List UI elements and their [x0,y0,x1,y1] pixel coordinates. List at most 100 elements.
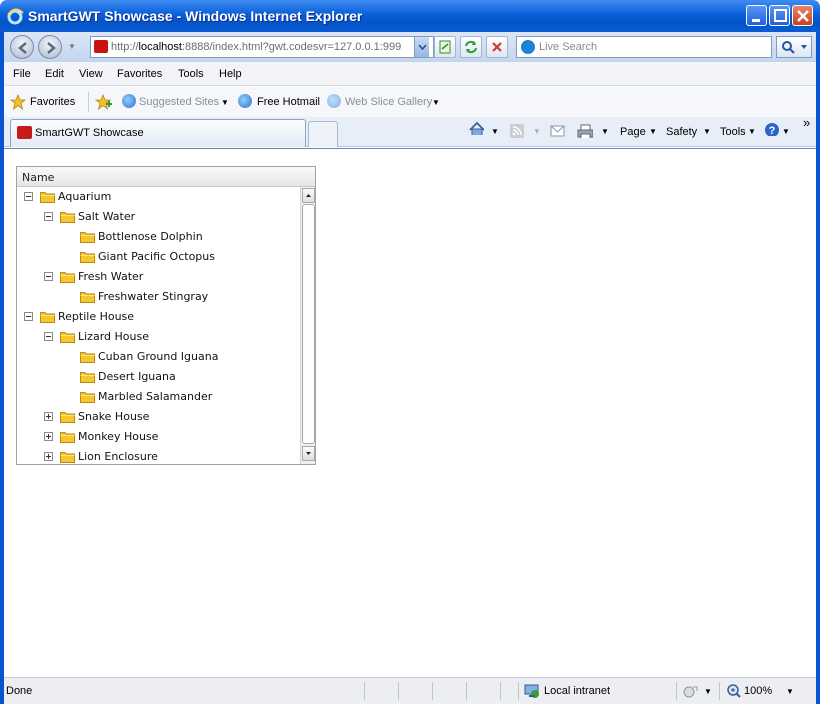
tree-row[interactable]: Cuban Ground Iguana [17,347,300,367]
tree-row[interactable]: Monkey House [17,427,300,447]
ie-logo-icon [7,8,24,25]
zoom-level[interactable]: 100% [744,685,772,697]
feeds-dropdown-icon[interactable]: ▼ [533,127,541,136]
tree-row[interactable]: Reptile House [17,307,300,327]
maximize-button[interactable] [769,5,790,26]
web-slice-gallery-link[interactable]: Web Slice Gallery [345,96,432,108]
zoom-dropdown-icon[interactable]: ▼ [786,687,794,696]
tab-favicon-icon [17,126,32,139]
tree-row[interactable]: Salt Water [17,207,300,227]
menu-edit[interactable]: Edit [45,68,64,80]
tree-node-label: Salt Water [78,210,136,223]
favorites-button[interactable]: Favorites [30,96,75,108]
column-header-name: Name [22,171,55,184]
address-dropdown-button[interactable] [414,37,429,57]
tree-node-label: Lizard House [78,330,149,343]
page-dropdown-icon[interactable]: ▼ [649,127,657,136]
tree-vertical-scrollbar[interactable] [300,187,315,464]
address-bar: ▼ http://localhost:8888/index.html?gwt.c… [4,32,816,62]
search-button[interactable] [776,36,812,58]
refresh-icon [465,40,477,54]
expand-toggle-icon[interactable] [44,452,53,461]
page-menu-button[interactable]: Page [620,126,646,138]
web-slice-dropdown-icon[interactable]: ▼ [432,98,440,107]
collapse-toggle-icon[interactable] [24,192,33,201]
close-icon [797,10,809,22]
compatibility-view-button[interactable] [434,36,456,58]
tools-menu-button[interactable]: Tools [720,126,746,138]
menu-help[interactable]: Help [219,68,242,80]
minimize-button[interactable] [746,5,767,26]
scroll-up-button[interactable] [302,188,315,203]
protected-mode-icon[interactable] [682,683,700,699]
address-field[interactable]: http://localhost:8888/index.html?gwt.cod… [90,36,434,58]
safety-dropdown-icon[interactable]: ▼ [703,127,711,136]
help-icon[interactable]: ? [764,122,780,136]
tree-row[interactable]: Fresh Water [17,267,300,287]
tree-node-label: Snake House [78,410,150,423]
status-divider [364,682,365,700]
folder-icon [40,190,55,203]
tab-smartgwt-showcase[interactable]: SmartGWT Showcase [10,119,306,147]
suggested-sites-link[interactable]: Suggested Sites [139,96,219,108]
protected-mode-dropdown-icon[interactable]: ▼ [704,687,712,696]
recent-pages-dropdown-icon[interactable]: ▼ [68,42,76,51]
stop-button[interactable] [486,36,508,58]
tree-column-header[interactable]: Name [17,167,315,187]
zoom-icon[interactable] [726,683,742,699]
refresh-button[interactable] [460,36,482,58]
tree-row[interactable]: Desert Iguana [17,367,300,387]
tree-row[interactable]: Lizard House [17,327,300,347]
tree-node-label: Desert Iguana [98,370,176,383]
tree-row[interactable]: Freshwater Stingray [17,287,300,307]
add-to-favorites-icon[interactable] [95,94,113,110]
home-dropdown-icon[interactable]: ▼ [491,127,499,136]
feeds-icon[interactable] [510,124,526,138]
menu-favorites[interactable]: Favorites [117,68,162,80]
print-dropdown-icon[interactable]: ▼ [601,127,609,136]
tree-node-label: Monkey House [78,430,159,443]
close-window-button[interactable] [792,5,813,26]
tree-row[interactable]: Aquarium [17,187,300,207]
expand-toggle-icon[interactable] [44,412,53,421]
collapse-toggle-icon[interactable] [24,312,33,321]
safety-menu-button[interactable]: Safety [666,126,697,138]
forward-arrow-icon [47,42,56,54]
tree-row[interactable]: Giant Pacific Octopus [17,247,300,267]
home-icon[interactable] [468,121,484,135]
tree-node-label: Marbled Salamander [98,390,213,403]
scroll-down-button[interactable] [302,446,315,461]
scroll-thumb[interactable] [302,204,315,444]
free-hotmail-link[interactable]: Free Hotmail [257,96,320,108]
tree-row[interactable]: Lion Enclosure [17,447,300,464]
forward-button[interactable] [38,35,62,59]
tree-row[interactable]: Bottlenose Dolphin [17,227,300,247]
tools-dropdown-icon[interactable]: ▼ [748,127,756,136]
menu-file[interactable]: File [13,68,31,80]
read-mail-icon[interactable] [550,124,566,138]
status-divider [432,682,433,700]
folder-icon [80,350,95,363]
tree-row[interactable]: Marbled Salamander [17,387,300,407]
menu-tools[interactable]: Tools [178,68,204,80]
collapse-toggle-icon[interactable] [44,272,53,281]
tree-row[interactable]: Snake House [17,407,300,427]
back-button[interactable] [10,35,34,59]
stop-icon [492,42,502,52]
collapse-toggle-icon[interactable] [44,332,53,341]
print-icon[interactable] [577,124,593,138]
tab-and-command-bar: SmartGWT Showcase ▼ ▼ ▼ Page ▼ Safety ▼ … [4,115,816,147]
title-bar[interactable]: SmartGWT Showcase - Windows Internet Exp… [0,0,820,32]
toolbar-overflow-button[interactable]: » [803,115,810,130]
menu-view[interactable]: View [79,68,103,80]
new-tab-button[interactable] [308,121,338,147]
collapse-toggle-icon[interactable] [44,212,53,221]
tree-node-label: Giant Pacific Octopus [98,250,215,263]
security-zone-label[interactable]: Local intranet [544,685,610,697]
expand-toggle-icon[interactable] [44,432,53,441]
folder-icon [60,210,75,223]
favorites-star-icon [10,94,26,110]
suggested-sites-dropdown-icon[interactable]: ▼ [221,98,229,107]
search-input[interactable]: Live Search [516,36,772,58]
help-dropdown-icon[interactable]: ▼ [782,127,790,136]
